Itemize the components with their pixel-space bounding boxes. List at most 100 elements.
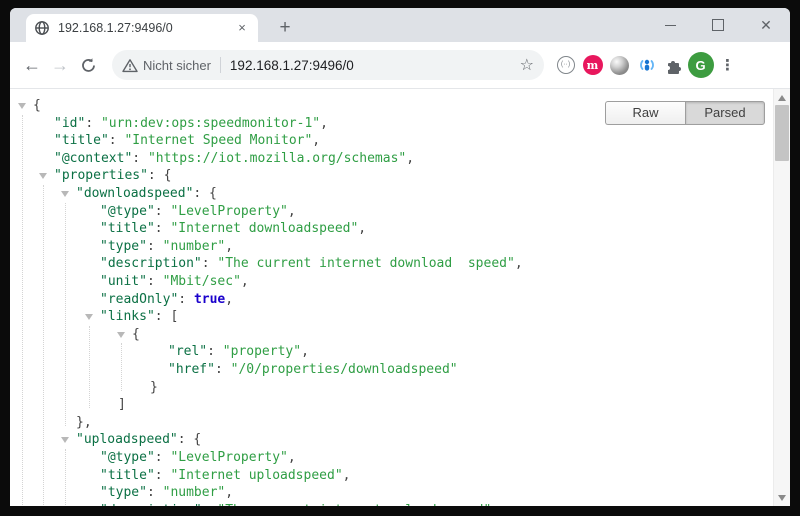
indent-guide (22, 115, 23, 506)
json-token-p: : (155, 450, 171, 465)
json-line: "links": [ (100, 308, 178, 326)
json-token-p: : { (178, 432, 201, 447)
json-token-s: "number" (163, 485, 226, 500)
security-label: Nicht sicher (143, 58, 211, 73)
json-token-p: : (207, 344, 223, 359)
json-line: "uploadspeed": { (76, 431, 201, 449)
extensions-row: (··) m (552, 51, 741, 79)
profile-avatar: G (688, 52, 714, 78)
json-token-s: "The current internet upload speed" (217, 503, 491, 506)
json-token-s: "Mbit/sec" (163, 274, 241, 289)
collapse-arrow-icon[interactable] (39, 173, 47, 179)
scrollbar-down-button[interactable] (774, 490, 790, 505)
maximize-icon (712, 19, 724, 31)
vertical-scrollbar[interactable] (773, 89, 790, 506)
pink-m-extension-button[interactable]: m (579, 51, 606, 79)
json-token-p: , (288, 204, 296, 219)
scrollbar-thumb[interactable] (775, 105, 789, 161)
window-controls: ✕ (646, 8, 790, 42)
profile-avatar-button[interactable]: G (687, 51, 714, 79)
collapse-arrow-icon[interactable] (117, 332, 125, 338)
json-token-k: "rel" (168, 344, 207, 359)
json-token-p: , (225, 292, 233, 307)
json-token-k: "type" (100, 239, 147, 254)
browser-toolbar: ← → Nicht sicher (10, 42, 790, 88)
orb-extension-button[interactable] (606, 51, 633, 79)
json-line: { (33, 97, 41, 115)
json-token-k: "id" (54, 116, 85, 131)
circle-dots-extension-button[interactable]: (··) (552, 51, 579, 79)
extensions-puzzle-button[interactable] (660, 51, 687, 79)
json-token-p: : [ (155, 309, 178, 324)
close-icon: ✕ (760, 18, 772, 32)
collapse-arrow-icon[interactable] (85, 314, 93, 320)
json-viewer-pane: { "id": "urn:dev:ops:speedmonitor-1", "tit… (10, 89, 773, 506)
json-token-p: : (155, 221, 171, 236)
json-token-k: "@context" (54, 151, 132, 166)
json-token-k: "readOnly" (100, 292, 178, 307)
json-token-p: , (358, 221, 366, 236)
json-token-s: "property" (223, 344, 301, 359)
json-token-p: , (343, 468, 351, 483)
json-token-p: : (85, 116, 101, 131)
address-bar[interactable]: Nicht sicher 192.168.1.27:9496/0 ☆ (112, 50, 544, 80)
collapse-arrow-icon[interactable] (61, 437, 69, 443)
json-token-p: , (515, 256, 523, 271)
json-line: "href": "/0/properties/downloadspeed" (168, 361, 458, 379)
json-line: "properties": { (54, 167, 171, 185)
back-button[interactable]: ← (18, 51, 46, 79)
json-line: "description": "The current internet dow… (100, 255, 523, 273)
browser-window: 192.168.1.27:9496/0 × + ✕ ← → (10, 8, 790, 506)
puzzle-icon (664, 56, 683, 75)
window-maximize-button[interactable] (694, 8, 742, 42)
json-line: } (150, 379, 158, 397)
browser-tab[interactable]: 192.168.1.27:9496/0 × (26, 14, 258, 42)
json-token-p: : (147, 274, 163, 289)
json-token-p: : { (193, 186, 216, 201)
browser-menu-button[interactable]: ⋮ (714, 51, 741, 79)
blue-extension-button[interactable] (633, 51, 660, 79)
json-token-p: : (155, 468, 171, 483)
json-token-k: "properties" (54, 168, 148, 183)
scrollbar-up-button[interactable] (774, 90, 790, 105)
bookmark-star-icon[interactable]: ☆ (520, 55, 534, 75)
omnibox-divider (220, 57, 221, 73)
json-token-p: , (225, 239, 233, 254)
back-icon: ← (23, 55, 41, 76)
reload-button[interactable] (74, 51, 102, 79)
json-token-p: ] (118, 397, 126, 412)
tab-title: 192.168.1.27:9496/0 (58, 21, 234, 35)
raw-view-button[interactable]: Raw (605, 101, 685, 125)
collapse-arrow-icon[interactable] (61, 191, 69, 197)
json-token-p: : { (148, 168, 171, 183)
indent-guide (65, 449, 66, 506)
json-token-k: "title" (100, 468, 155, 483)
collapse-arrow-icon[interactable] (18, 103, 26, 109)
json-token-k: "downloadspeed" (76, 186, 193, 201)
json-line: "@type": "LevelProperty", (100, 449, 296, 467)
page-content: { "id": "urn:dev:ops:speedmonitor-1", "tit… (10, 88, 790, 506)
json-token-p: : (132, 151, 148, 166)
json-line: { (132, 326, 140, 344)
json-token-s: "Internet uploadspeed" (170, 468, 342, 483)
json-token-s: "LevelProperty" (170, 450, 287, 465)
tab-close-icon[interactable]: × (234, 20, 250, 36)
json-token-k: "links" (100, 309, 155, 324)
json-token-p: , (241, 274, 249, 289)
json-token-p: , (406, 151, 414, 166)
json-token-s: "https://iot.mozilla.org/schemas" (148, 151, 406, 166)
pink-m-extension-icon: m (583, 55, 603, 75)
screenshot-frame: 192.168.1.27:9496/0 × + ✕ ← → (0, 0, 800, 516)
parsed-view-button[interactable]: Parsed (685, 101, 765, 125)
json-line: "downloadspeed": { (76, 185, 217, 203)
blue-extension-icon (637, 55, 657, 75)
json-line: "readOnly": true, (100, 291, 233, 309)
indent-guide (89, 326, 90, 408)
reload-icon (80, 57, 97, 74)
json-token-s: "Internet downloadspeed" (170, 221, 358, 236)
window-close-button[interactable]: ✕ (742, 8, 790, 42)
window-minimize-button[interactable] (646, 8, 694, 42)
forward-button[interactable]: → (46, 51, 74, 79)
new-tab-button[interactable]: + (272, 15, 298, 41)
json-line: "id": "urn:dev:ops:speedmonitor-1", (54, 115, 328, 133)
